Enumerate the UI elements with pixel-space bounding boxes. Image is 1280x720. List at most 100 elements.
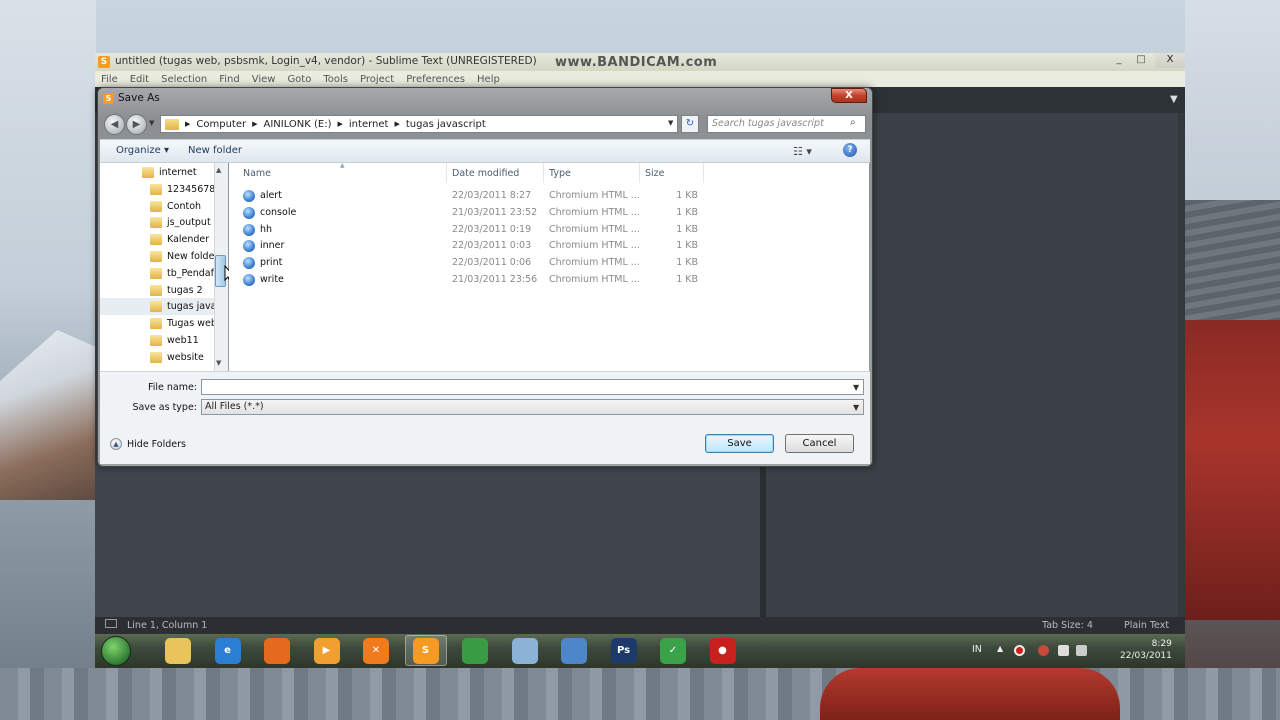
tree-item[interactable]: tb_Pendaft <box>100 265 216 282</box>
refresh-button[interactable]: ↻ <box>681 115 699 133</box>
minimize-button[interactable]: _ <box>1108 53 1130 67</box>
menu-help[interactable]: Help <box>477 74 500 85</box>
column-separator[interactable] <box>446 163 447 183</box>
column-name[interactable]: Name <box>243 168 271 179</box>
volume-icon[interactable] <box>1076 645 1087 656</box>
tree-item[interactable]: Contoh <box>100 198 216 215</box>
column-separator[interactable] <box>639 163 640 183</box>
search-icon[interactable]: ⌕ <box>850 117 862 129</box>
syntax-setting[interactable]: Plain Text <box>1124 620 1169 631</box>
bandicam-icon[interactable]: ● <box>709 638 736 664</box>
tab-dropdown-icon[interactable]: ▼ <box>1170 94 1178 105</box>
menu-file[interactable]: File <box>101 74 118 85</box>
breadcrumb-drive[interactable]: AINILONK (E:) <box>264 119 332 130</box>
sublime-icon[interactable]: S <box>412 638 439 664</box>
dialog-close-button[interactable]: X <box>831 88 867 103</box>
xampp-icon[interactable]: ✕ <box>363 638 389 664</box>
shield-app-icon[interactable]: ✓ <box>660 638 686 664</box>
save-button[interactable]: Save <box>705 434 774 453</box>
start-button[interactable] <box>101 636 131 666</box>
column-type[interactable]: Type <box>549 168 571 179</box>
forward-button[interactable]: ▶ <box>126 114 147 135</box>
file-name: console <box>260 206 297 218</box>
network-icon[interactable] <box>1058 645 1069 656</box>
editor-scrollbar[interactable] <box>1178 113 1185 617</box>
tray-expand-icon[interactable]: ▲ <box>997 644 1003 653</box>
tree-item[interactable]: js_output <box>100 214 216 231</box>
tree-item[interactable]: New folder <box>100 248 216 265</box>
menu-goto[interactable]: Goto <box>287 74 311 85</box>
tree-item-label: Contoh <box>167 200 202 212</box>
file-name-input[interactable] <box>201 379 864 395</box>
folder-icon <box>150 284 162 296</box>
back-button[interactable]: ◀ <box>104 114 125 135</box>
cancel-button[interactable]: Cancel <box>785 434 854 453</box>
menu-find[interactable]: Find <box>219 74 240 85</box>
save-type-dropdown-icon[interactable]: ▼ <box>853 403 859 412</box>
chromium-icon[interactable] <box>561 638 587 664</box>
dialog-title: Save As <box>118 92 160 104</box>
scroll-up-icon[interactable]: ▲ <box>216 166 221 174</box>
tree-item[interactable]: web11 <box>100 332 216 349</box>
new-folder-button[interactable]: New folder <box>188 145 242 156</box>
column-separator[interactable] <box>543 163 544 183</box>
file-name-dropdown-icon[interactable]: ▼ <box>853 383 859 392</box>
column-separator[interactable] <box>703 163 704 183</box>
file-row[interactable]: print 22/03/2011 0:06 Chromium HTML ... 1 K… <box>243 256 713 272</box>
file-row[interactable]: inner 22/03/2011 0:03 Chromium HTML ... 1 K… <box>243 239 713 255</box>
menu-tools[interactable]: Tools <box>323 74 348 85</box>
file-name: print <box>260 257 283 269</box>
tree-item[interactable]: Kalender <box>100 231 216 248</box>
tab-size-setting[interactable]: Tab Size: 4 <box>1042 620 1093 631</box>
column-date[interactable]: Date modified <box>452 168 519 179</box>
view-options-icon[interactable]: ☷ ▾ <box>793 145 812 158</box>
breadcrumb-sep-icon: ▶ <box>394 120 400 128</box>
search-input[interactable]: Search tugas javascript <box>707 115 866 133</box>
tree-item[interactable]: tugas 2 <box>100 282 216 299</box>
photoshop-icon[interactable]: Ps <box>610 638 637 664</box>
chrome-icon[interactable] <box>462 638 488 664</box>
language-indicator[interactable]: IN <box>972 644 982 655</box>
address-bar[interactable]: ▶ Computer ▶ AINILONK (E:) ▶ internet ▶ … <box>160 115 678 133</box>
sublime-close-button[interactable]: X <box>1155 53 1185 68</box>
tree-item[interactable]: tugas javas <box>100 298 216 316</box>
file-row[interactable]: console 21/03/2011 23:52 Chromium HTML ...… <box>243 206 713 222</box>
menu-edit[interactable]: Edit <box>130 74 149 85</box>
file-row[interactable]: write 21/03/2011 23:56 Chromium HTML ... 1 … <box>243 273 713 289</box>
help-icon[interactable]: ? <box>843 143 857 157</box>
breadcrumb-current[interactable]: tugas javascript <box>406 119 486 130</box>
record-tray-icon[interactable] <box>1014 645 1025 656</box>
tree-item-label: Kalender <box>167 234 210 246</box>
media-player-icon[interactable]: ▶ <box>313 638 340 664</box>
menu-preferences[interactable]: Preferences <box>406 74 465 85</box>
tree-item[interactable]: Tugas web <box>100 315 216 332</box>
breadcrumb-computer[interactable]: Computer <box>196 119 246 130</box>
folder-tree[interactable]: internet 123456789 Contoh js_output Kalender… <box>100 163 228 371</box>
organize-button[interactable]: Organize ▾ <box>116 145 169 156</box>
taskbar-clock[interactable]: 8:29 22/03/2011 <box>1120 638 1172 662</box>
menu-selection[interactable]: Selection <box>161 74 207 85</box>
recent-locations-icon[interactable]: ▼ <box>149 119 154 127</box>
tray-app-icon[interactable] <box>1038 645 1049 656</box>
menu-view[interactable]: View <box>252 74 276 85</box>
panel-toggle-icon[interactable] <box>105 619 117 628</box>
scroll-down-icon[interactable]: ▼ <box>216 359 221 367</box>
breadcrumb-internet[interactable]: internet <box>349 119 389 130</box>
hide-folders-toggle[interactable]: ▲ Hide Folders <box>110 438 186 450</box>
tree-item-label: website <box>167 351 204 363</box>
firefox-icon[interactable] <box>264 638 290 664</box>
menu-project[interactable]: Project <box>360 74 394 85</box>
address-dropdown-icon[interactable]: ▼ <box>668 119 673 127</box>
explorer-icon[interactable] <box>165 638 191 664</box>
tree-item[interactable]: 123456789 <box>100 181 216 198</box>
box-app-icon[interactable] <box>511 638 538 664</box>
file-row[interactable]: alert 22/03/2011 8:27 Chromium HTML ... 1 K… <box>243 189 713 205</box>
ie-icon[interactable]: e <box>214 638 241 664</box>
save-type-select[interactable]: All Files (*.*) <box>201 399 864 415</box>
restore-button[interactable]: □ <box>1130 53 1152 67</box>
file-row[interactable]: hh 22/03/2011 0:19 Chromium HTML ... 1 KB <box>243 223 713 239</box>
breadcrumb-sep-icon: ▶ <box>337 120 343 128</box>
tree-item[interactable]: internet <box>100 164 216 181</box>
column-size[interactable]: Size <box>645 168 665 179</box>
tree-item[interactable]: website <box>100 349 216 366</box>
